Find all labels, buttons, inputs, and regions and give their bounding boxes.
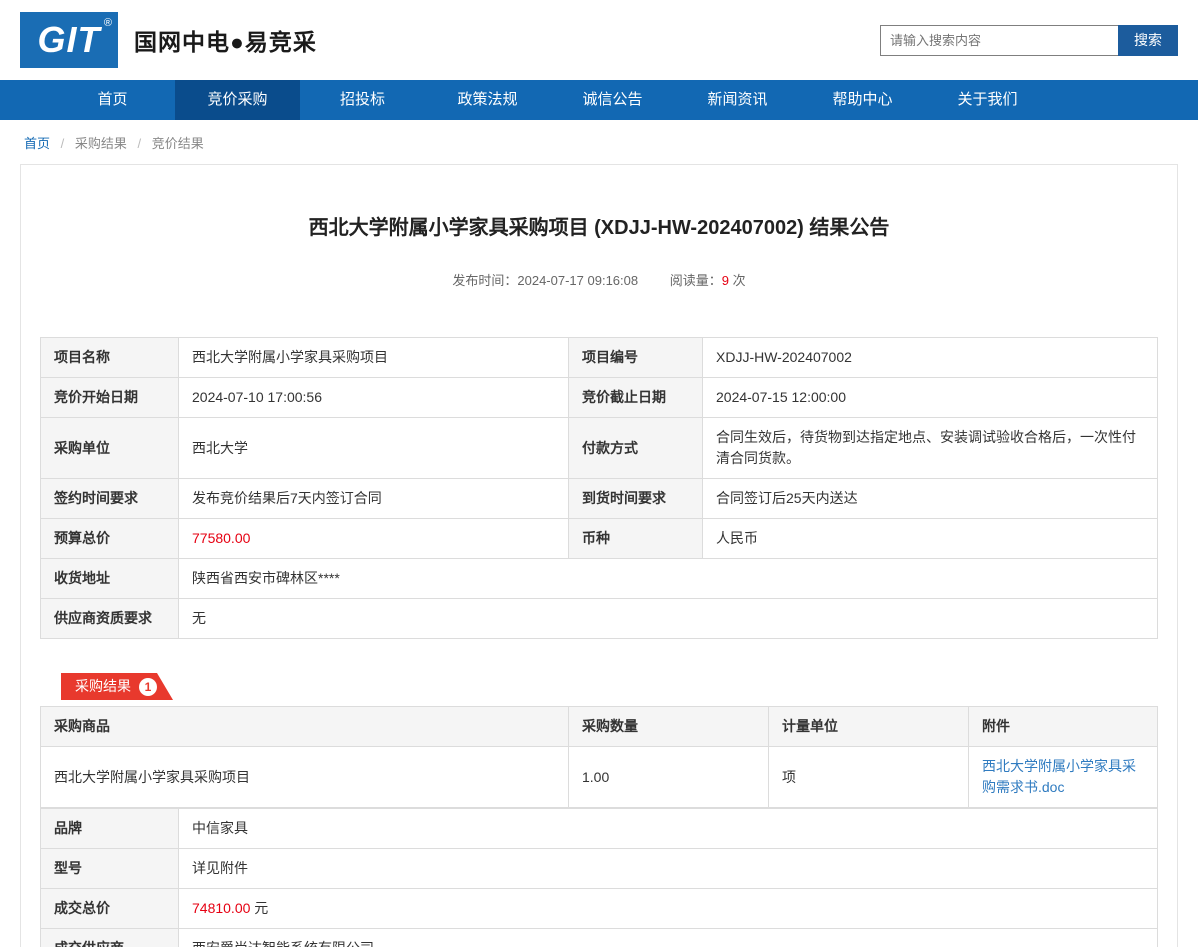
nav-item-home[interactable]: 首页 xyxy=(50,80,175,120)
field-value: 2024-07-10 17:00:56 xyxy=(179,378,569,418)
publish-time-label: 发布时间： xyxy=(452,273,517,288)
search-input[interactable] xyxy=(880,25,1118,56)
field-label: 成交总价 xyxy=(41,889,179,929)
table-row: 成交总价 74810.00 元 xyxy=(41,889,1158,929)
deal-total-price: 74810.00 元 xyxy=(179,889,1158,929)
breadcrumb-separator: / xyxy=(138,136,142,151)
column-header-product: 采购商品 xyxy=(41,707,569,747)
site-logo[interactable]: GIT ® xyxy=(20,12,118,68)
attachment-link[interactable]: 西北大学附属小学家具采购需求书.doc xyxy=(982,758,1136,795)
logo-registered-mark: ® xyxy=(104,17,112,29)
field-value: 合同生效后，待货物到达指定地点、安装调试验收合格后，一次性付清合同货款。 xyxy=(703,418,1158,479)
breadcrumb: 首页 / 采购结果 / 竞价结果 xyxy=(0,120,1198,162)
field-value: 陕西省西安市碑林区**** xyxy=(179,559,1158,599)
breadcrumb-bidding-results: 竞价结果 xyxy=(152,136,204,151)
column-header-attachment: 附件 xyxy=(969,707,1158,747)
field-label: 型号 xyxy=(41,849,179,889)
nav-item-about-us[interactable]: 关于我们 xyxy=(925,80,1050,120)
table-row: 成交供应商 西安爵尚达智能系统有限公司 xyxy=(41,929,1158,947)
field-label: 预算总价 xyxy=(41,519,179,559)
deal-total-price-unit: 元 xyxy=(250,900,268,916)
nav-item-bidding-purchase[interactable]: 竞价采购 xyxy=(175,80,300,120)
nav-item-policies[interactable]: 政策法规 xyxy=(425,80,550,120)
table-row: 竞价开始日期 2024-07-10 17:00:56 竞价截止日期 2024-0… xyxy=(41,378,1158,418)
field-value: 中信家具 xyxy=(179,809,1158,849)
purchase-result-count-badge: 1 xyxy=(139,678,157,696)
field-value: 西北大学附属小学家具采购项目 xyxy=(179,338,569,378)
field-label: 成交供应商 xyxy=(41,929,179,947)
field-label: 竞价截止日期 xyxy=(569,378,703,418)
field-label: 到货时间要求 xyxy=(569,479,703,519)
nav-item-help-center[interactable]: 帮助中心 xyxy=(800,80,925,120)
table-row: 型号 详见附件 xyxy=(41,849,1158,889)
purchase-result-section-header: 采购结果 1 xyxy=(61,673,1177,700)
publish-time-value: 2024-07-17 09:16:08 xyxy=(517,273,638,288)
purchase-result-table: 采购商品 采购数量 计量单位 附件 西北大学附属小学家具采购项目 1.00 项 … xyxy=(40,706,1158,808)
nav-item-integrity-notices[interactable]: 诚信公告 xyxy=(550,80,675,120)
column-header-quantity: 采购数量 xyxy=(569,707,769,747)
table-row: 供应商资质要求 无 xyxy=(41,599,1158,639)
views-count: 9 xyxy=(722,273,729,288)
field-label: 币种 xyxy=(569,519,703,559)
table-row: 品牌 中信家具 xyxy=(41,809,1158,849)
column-header-unit: 计量单位 xyxy=(769,707,969,747)
breadcrumb-separator: / xyxy=(61,136,65,151)
table-header-row: 采购商品 采购数量 计量单位 附件 xyxy=(41,707,1158,747)
purchase-quantity: 1.00 xyxy=(569,747,769,808)
field-label: 采购单位 xyxy=(41,418,179,479)
field-label: 竞价开始日期 xyxy=(41,378,179,418)
table-row: 西北大学附属小学家具采购项目 1.00 项 西北大学附属小学家具采购需求书.do… xyxy=(41,747,1158,808)
search-area: 搜索 xyxy=(880,25,1178,56)
site-header: GIT ® 国网中电●易竞采 搜索 xyxy=(0,0,1198,80)
field-label: 供应商资质要求 xyxy=(41,599,179,639)
site-title: 国网中电●易竞采 xyxy=(134,23,317,57)
announcement-card: 西北大学附属小学家具采购项目 (XDJJ-HW-202407002) 结果公告 … xyxy=(20,164,1178,947)
product-name: 西北大学附属小学家具采购项目 xyxy=(41,747,569,808)
breadcrumb-home[interactable]: 首页 xyxy=(24,136,50,151)
table-row: 收货地址 陕西省西安市碑林区**** xyxy=(41,559,1158,599)
nav-item-tenders[interactable]: 招投标 xyxy=(300,80,425,120)
field-value: 发布竞价结果后7天内签订合同 xyxy=(179,479,569,519)
field-value: 2024-07-15 12:00:00 xyxy=(703,378,1158,418)
deal-total-price-value: 74810.00 xyxy=(192,900,250,916)
table-row: 签约时间要求 发布竞价结果后7天内签订合同 到货时间要求 合同签订后25天内送达 xyxy=(41,479,1158,519)
announcement-meta: 发布时间：2024-07-17 09:16:08 阅读量：9 次 xyxy=(21,270,1177,289)
result-details-table: 品牌 中信家具 型号 详见附件 成交总价 74810.00 元 成交供应商 西安… xyxy=(40,808,1158,947)
field-value: 详见附件 xyxy=(179,849,1158,889)
field-label: 项目编号 xyxy=(569,338,703,378)
table-row: 项目名称 西北大学附属小学家具采购项目 项目编号 XDJJ-HW-2024070… xyxy=(41,338,1158,378)
search-button[interactable]: 搜索 xyxy=(1118,25,1178,56)
table-row: 预算总价 77580.00 币种 人民币 xyxy=(41,519,1158,559)
field-label: 签约时间要求 xyxy=(41,479,179,519)
field-value: 无 xyxy=(179,599,1158,639)
field-value: 西安爵尚达智能系统有限公司 xyxy=(179,929,1158,947)
purchase-result-badge: 采购结果 1 xyxy=(61,673,173,700)
attachment-cell: 西北大学附属小学家具采购需求书.doc xyxy=(969,747,1158,808)
nav-item-news[interactable]: 新闻资讯 xyxy=(675,80,800,120)
measure-unit: 项 xyxy=(769,747,969,808)
logo-text: GIT xyxy=(38,19,101,61)
field-label: 品牌 xyxy=(41,809,179,849)
views-unit: 次 xyxy=(733,273,746,288)
field-value: 西北大学 xyxy=(179,418,569,479)
field-label: 付款方式 xyxy=(569,418,703,479)
project-info-table: 项目名称 西北大学附属小学家具采购项目 项目编号 XDJJ-HW-2024070… xyxy=(40,337,1158,639)
breadcrumb-purchase-results[interactable]: 采购结果 xyxy=(75,136,127,151)
field-value: 合同签订后25天内送达 xyxy=(703,479,1158,519)
main-nav: 首页 竞价采购 招投标 政策法规 诚信公告 新闻资讯 帮助中心 关于我们 xyxy=(0,80,1198,120)
field-label: 项目名称 xyxy=(41,338,179,378)
purchase-result-badge-label: 采购结果 xyxy=(75,678,131,694)
page-title: 西北大学附属小学家具采购项目 (XDJJ-HW-202407002) 结果公告 xyxy=(51,211,1147,240)
field-value: XDJJ-HW-202407002 xyxy=(703,338,1158,378)
budget-total-value: 77580.00 xyxy=(179,519,569,559)
field-label: 收货地址 xyxy=(41,559,179,599)
table-row: 采购单位 西北大学 付款方式 合同生效后，待货物到达指定地点、安装调试验收合格后… xyxy=(41,418,1158,479)
field-value: 人民币 xyxy=(703,519,1158,559)
views-label: 阅读量： xyxy=(670,273,722,288)
